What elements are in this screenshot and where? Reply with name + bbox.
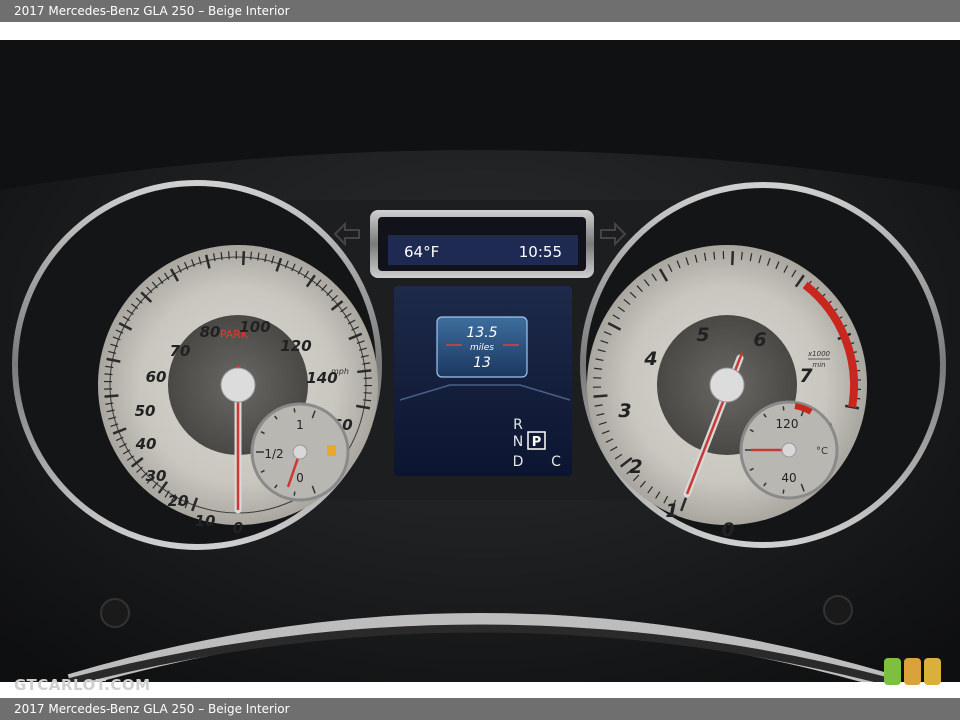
tachometer-tick xyxy=(713,251,716,260)
gear-p: P xyxy=(532,435,542,450)
subgauge-tick xyxy=(293,408,296,413)
clock-readout: 10:55 xyxy=(519,243,562,261)
speed-label: 140 xyxy=(306,369,337,387)
speed-label: 50 xyxy=(135,402,156,420)
page-title-bar: 2017 Mercedes-Benz GLA 250 – Beige Inter… xyxy=(0,0,960,22)
rpm-label: 4 xyxy=(643,348,657,370)
page-title: 2017 Mercedes-Benz GLA 250 – Beige Inter… xyxy=(14,4,290,18)
rpm-label: 6 xyxy=(753,329,766,351)
coolant-label-low: 40 xyxy=(781,471,796,485)
rpm-unit-top: x1000 xyxy=(807,350,831,358)
speedometer-hub xyxy=(220,367,256,403)
coolant-unit: °C xyxy=(816,446,828,457)
caption-bar: 2017 Mercedes-Benz GLA 250 – Beige Inter… xyxy=(0,698,960,720)
swatch-yellow[interactable] xyxy=(924,658,941,685)
rpm-label: 3 xyxy=(618,400,631,422)
dashboard-photo[interactable]: 64°F 10:55 13.5 miles 13 R N P D C PARK … xyxy=(0,40,960,682)
speedometer-tick xyxy=(250,251,253,260)
coolant-label-high: 120 xyxy=(776,417,799,431)
tachometer: 012345678 x1000 min 120 40 °C xyxy=(580,182,946,548)
speed-label: 0 xyxy=(233,519,243,537)
tachometer-tick xyxy=(730,251,735,266)
speedometer-tick xyxy=(228,251,230,260)
speedometer-tick xyxy=(357,369,372,374)
rpm-label: 0 xyxy=(721,519,734,541)
speed-label: 60 xyxy=(146,368,167,386)
drive-mode: C xyxy=(551,454,561,470)
right-stalk-knob xyxy=(823,595,853,625)
speed-label: 10 xyxy=(195,512,216,530)
speed-label: 80 xyxy=(200,323,221,341)
subgauge-tick xyxy=(293,491,296,496)
swatch-green[interactable] xyxy=(884,658,901,685)
rpm-label: 5 xyxy=(696,324,709,346)
fuel-label-empty: 0 xyxy=(296,471,304,485)
watermark-logo: GTCARLOT.COM xyxy=(14,676,151,694)
top-margin xyxy=(0,22,960,40)
speed-label: 70 xyxy=(170,342,191,360)
speed-label: 40 xyxy=(135,435,157,453)
subgauge-tick xyxy=(782,489,785,494)
fuel-hub xyxy=(292,444,308,460)
speedometer-tick xyxy=(104,373,113,376)
swatch-orange[interactable] xyxy=(904,658,921,685)
tachometer-tick xyxy=(593,394,608,398)
speedometer-tick xyxy=(104,394,119,398)
tachometer-hub xyxy=(709,367,745,403)
photo-caption: 2017 Mercedes-Benz GLA 250 – Beige Inter… xyxy=(14,702,290,716)
fuel-label-half: 1/2 xyxy=(264,447,283,461)
temperature-readout: 64°F xyxy=(404,243,439,261)
speed-label: 100 xyxy=(239,318,270,336)
trip-unit: miles xyxy=(470,343,494,353)
rpm-unit-bottom: min xyxy=(812,361,825,369)
fuel-label-full: 1 xyxy=(296,418,304,432)
rpm-label: 2 xyxy=(629,456,642,478)
gear-d: D xyxy=(513,454,524,470)
gear-r: R xyxy=(513,417,523,433)
speedometer: PARK mph 01020304050607080100120140160 1… xyxy=(12,180,382,550)
instrument-cluster: 64°F 10:55 13.5 miles 13 R N P D C PARK … xyxy=(0,40,960,682)
trip-bottom-value: 13 xyxy=(473,355,491,371)
coolant-hub xyxy=(781,442,797,458)
speedometer-tick xyxy=(241,251,246,266)
color-swatches xyxy=(884,658,941,685)
left-stalk-knob xyxy=(100,598,130,628)
fuel-pump-icon xyxy=(327,445,336,456)
rpm-label: 1 xyxy=(665,500,678,522)
gear-n: N xyxy=(513,434,523,450)
subgauge-tick xyxy=(782,406,785,411)
speed-label: 120 xyxy=(280,337,311,355)
trip-top-value: 13.5 xyxy=(466,325,497,341)
speed-label: 30 xyxy=(146,467,167,485)
speed-label: 20 xyxy=(168,492,189,510)
rpm-label: 7 xyxy=(799,365,813,387)
